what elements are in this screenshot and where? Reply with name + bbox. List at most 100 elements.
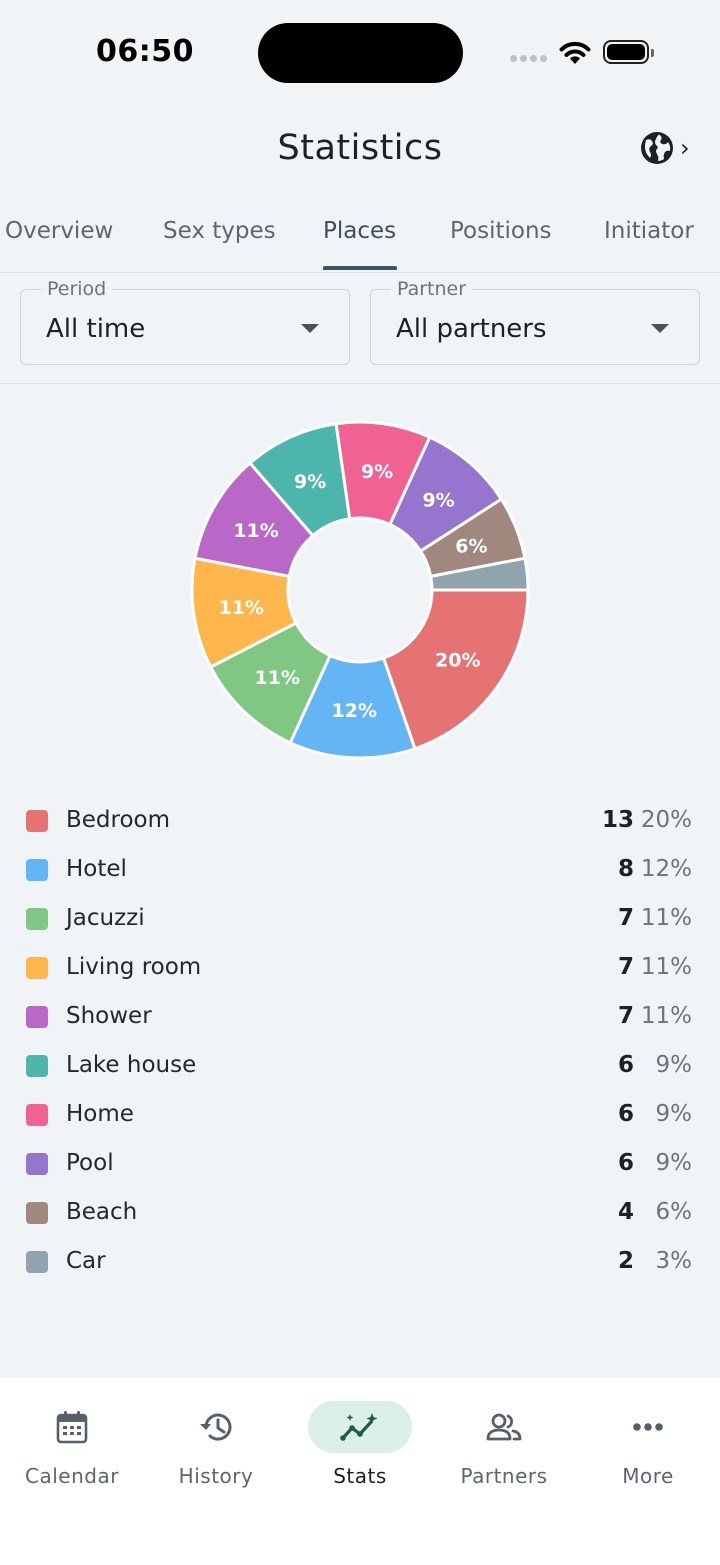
- legend-swatch: [26, 1202, 48, 1224]
- filter-divider: [0, 383, 720, 384]
- globe-icon: [641, 132, 673, 164]
- legend-place-name: Living room: [66, 954, 202, 980]
- legend-place-name: Home: [66, 1101, 134, 1127]
- legend-row: Jacuzzi 7 11%: [0, 895, 720, 944]
- slice-label: 11%: [233, 520, 278, 542]
- tab-positions[interactable]: Positions: [450, 218, 552, 244]
- tab-places[interactable]: Places: [323, 218, 396, 244]
- legend-place-name: Bedroom: [66, 807, 171, 833]
- legend-row: Shower 7 11%: [0, 993, 720, 1042]
- legend-percent: 12%: [640, 856, 692, 882]
- bottom-navigation: Calendar History Stats Partners More: [0, 1378, 720, 1565]
- legend-percent: 11%: [640, 1003, 692, 1029]
- legend-count: 13: [601, 807, 634, 833]
- legend-count: 6: [617, 1052, 634, 1078]
- wifi-icon: [559, 41, 591, 64]
- legend-swatch: [26, 957, 48, 979]
- slice-label: 20%: [435, 650, 480, 672]
- nav-more[interactable]: More: [576, 1400, 720, 1488]
- slice-label: 9%: [361, 461, 393, 483]
- legend-swatch: [26, 1006, 48, 1028]
- chart-legend: Bedroom 13 20% Hotel 8 12% Jacuzzi 7 11% Living r…: [0, 797, 720, 1287]
- nav-calendar[interactable]: Calendar: [0, 1400, 144, 1488]
- partner-label: Partner: [391, 278, 473, 300]
- history-icon: [200, 1413, 232, 1441]
- period-value: All time: [46, 314, 146, 344]
- tab-bar: Overview Sex types Places Positions Init…: [0, 200, 720, 273]
- nav-partners-label: Partners: [460, 1464, 548, 1488]
- slice-label: 12%: [332, 700, 377, 722]
- legend-place-name: Car: [66, 1248, 106, 1274]
- legend-percent: 11%: [640, 905, 692, 931]
- nav-more-label: More: [622, 1464, 674, 1488]
- period-select[interactable]: Period All time: [20, 278, 350, 365]
- slice-label: 11%: [254, 667, 299, 689]
- legend-row: Hotel 8 12%: [0, 846, 720, 895]
- tab-sex-types[interactable]: Sex types: [163, 218, 276, 244]
- tab-initiator[interactable]: Initiator: [604, 218, 694, 244]
- more-icon: [633, 1423, 663, 1431]
- nav-history-label: History: [178, 1464, 254, 1488]
- legend-percent: 3%: [655, 1248, 693, 1274]
- nav-calendar-label: Calendar: [25, 1464, 119, 1488]
- cellular-signal-icon: [510, 55, 548, 63]
- legend-swatch: [26, 1251, 48, 1273]
- battery-icon: [603, 40, 654, 64]
- legend-place-name: Shower: [66, 1003, 152, 1029]
- slice-label: 9%: [422, 489, 454, 511]
- legend-swatch: [26, 859, 48, 881]
- legend-percent: 6%: [655, 1199, 693, 1225]
- partner-select[interactable]: Partner All partners: [370, 278, 700, 365]
- legend-count: 8: [617, 856, 634, 882]
- legend-percent: 9%: [655, 1101, 693, 1127]
- slice-label: 11%: [218, 597, 263, 619]
- dropdown-arrow-icon: [651, 324, 669, 333]
- legend-place-name: Beach: [66, 1199, 138, 1225]
- nav-partners[interactable]: Partners: [432, 1400, 576, 1488]
- legend-row: Bedroom 13 20%: [0, 797, 720, 846]
- slice-label: 6%: [455, 535, 487, 557]
- language-button[interactable]: ›: [640, 130, 700, 166]
- legend-place-name: Jacuzzi: [66, 905, 145, 931]
- legend-percent: 20%: [640, 807, 692, 833]
- legend-percent: 11%: [640, 954, 692, 980]
- legend-row: Lake house 6 9%: [0, 1042, 720, 1091]
- stats-icon: [340, 1413, 378, 1441]
- calendar-icon: [56, 1411, 88, 1444]
- legend-row: Home 6 9%: [0, 1091, 720, 1140]
- legend-count: 4: [617, 1199, 634, 1225]
- legend-count: 2: [617, 1248, 634, 1274]
- legend-count: 7: [617, 905, 634, 931]
- nav-stats-label: Stats: [333, 1464, 387, 1488]
- nav-stats[interactable]: Stats: [288, 1400, 432, 1488]
- legend-row: Car 2 3%: [0, 1238, 720, 1287]
- legend-percent: 9%: [655, 1052, 693, 1078]
- legend-place-name: Pool: [66, 1150, 114, 1176]
- legend-row: Beach 4 6%: [0, 1189, 720, 1238]
- nav-history[interactable]: History: [144, 1400, 288, 1488]
- partner-value: All partners: [396, 314, 547, 344]
- partners-icon: [486, 1413, 522, 1441]
- chevron-right-icon: ›: [680, 134, 690, 162]
- status-bar: 06:50: [0, 0, 720, 100]
- period-label: Period: [41, 278, 113, 300]
- slice-label: 9%: [294, 471, 326, 493]
- legend-row: Living room 7 11%: [0, 944, 720, 993]
- places-donut-chart: 20% 12% 11% 11% 11% 9% 9% 9% 6%: [190, 420, 530, 760]
- legend-count: 6: [617, 1101, 634, 1127]
- legend-swatch: [26, 1153, 48, 1175]
- tab-overview[interactable]: Overview: [5, 218, 113, 244]
- legend-count: 7: [617, 954, 634, 980]
- legend-count: 7: [617, 1003, 634, 1029]
- legend-swatch: [26, 1104, 48, 1126]
- page-title: Statistics: [277, 128, 443, 168]
- dynamic-island: [258, 23, 463, 83]
- legend-swatch: [26, 1055, 48, 1077]
- legend-count: 6: [617, 1150, 634, 1176]
- legend-place-name: Lake house: [66, 1052, 197, 1078]
- legend-row: Pool 6 9%: [0, 1140, 720, 1189]
- status-time: 06:50: [96, 34, 194, 69]
- legend-swatch: [26, 908, 48, 930]
- nav-active-pill: [308, 1401, 412, 1453]
- legend-place-name: Hotel: [66, 856, 127, 882]
